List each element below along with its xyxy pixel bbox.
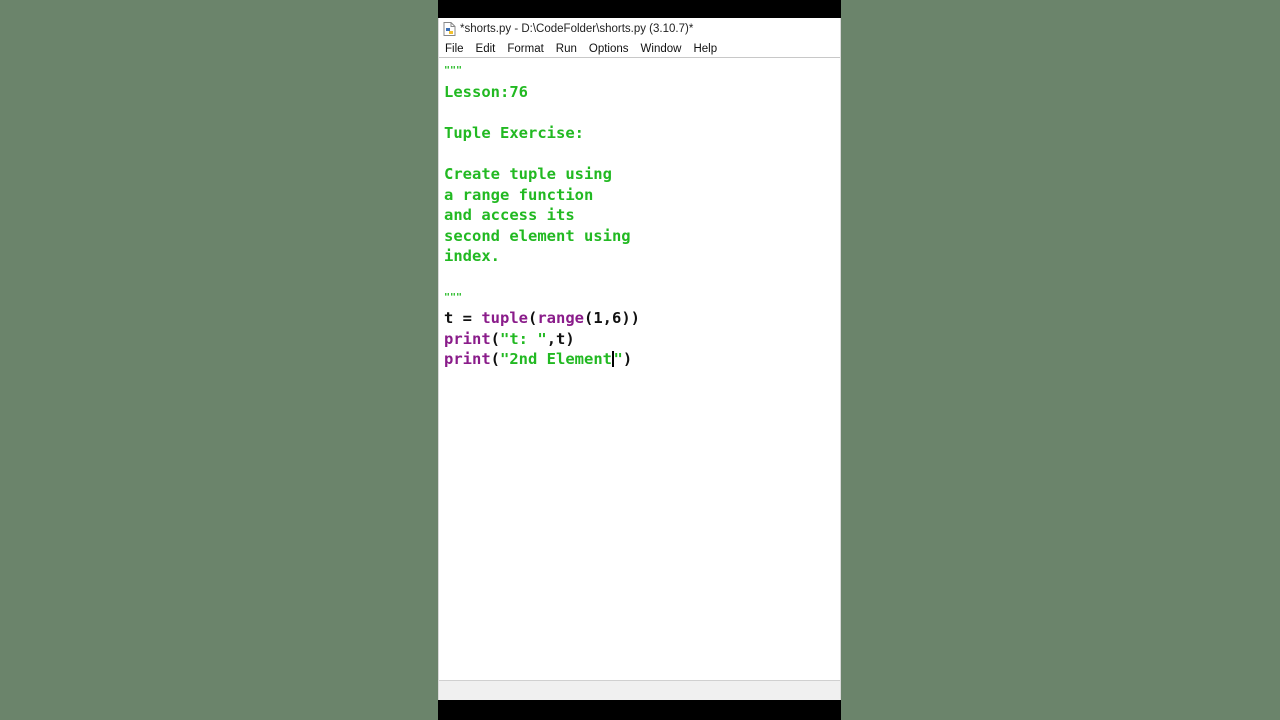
code-line: a range function: [444, 185, 594, 204]
code-token: tuple: [481, 309, 528, 328]
title-bar[interactable]: *shorts.py - D:\CodeFolder\shorts.py (3.…: [439, 18, 840, 40]
code-token: ,t): [546, 329, 575, 348]
code-line: print("2nd Element"): [444, 349, 840, 370]
menu-edit[interactable]: Edit: [476, 43, 496, 55]
video-frame: *shorts.py - D:\CodeFolder\shorts.py (3.…: [438, 0, 841, 720]
code-token: ": [613, 350, 623, 369]
code-line: Create tuple using: [444, 164, 612, 183]
code-line: index.: [444, 247, 500, 266]
code-token: t =: [444, 309, 482, 328]
menu-format[interactable]: Format: [507, 43, 543, 55]
code-token: "t: ": [500, 329, 547, 348]
code-token: range: [537, 309, 585, 328]
code-line: """: [444, 288, 840, 309]
python-file-icon: [443, 22, 456, 36]
code-editor[interactable]: """ Lesson:76 Tuple Exercise: Create tup…: [439, 59, 840, 679]
code-line: and access its: [444, 206, 575, 225]
menu-window[interactable]: Window: [641, 43, 682, 55]
code-line: second element using: [444, 226, 631, 245]
code-token: (: [490, 350, 501, 369]
window-title: *shorts.py - D:\CodeFolder\shorts.py (3.…: [460, 23, 694, 35]
docstring-close: """: [444, 291, 463, 303]
menu-bar: File Edit Format Run Options Window Help: [439, 40, 840, 58]
status-bar: [439, 680, 840, 700]
code-token: (1,6)): [584, 309, 641, 328]
code-token: (: [528, 309, 538, 328]
code-token: ): [622, 350, 633, 369]
code-line: Tuple Exercise:: [444, 123, 584, 142]
menu-help[interactable]: Help: [693, 43, 717, 55]
code-token: print: [444, 350, 491, 369]
code-line: Lesson:76: [444, 82, 528, 101]
menu-run[interactable]: Run: [556, 43, 577, 55]
code-token: "2nd Element: [500, 350, 612, 369]
menu-file[interactable]: File: [445, 43, 464, 55]
menu-options[interactable]: Options: [589, 43, 629, 55]
code-line: print("t: ",t): [444, 329, 840, 350]
docstring-open: """: [444, 65, 463, 76]
code-token: print: [444, 329, 491, 348]
code-token: (: [490, 329, 501, 348]
idle-editor-window: *shorts.py - D:\CodeFolder\shorts.py (3.…: [438, 18, 841, 700]
code-line: """: [444, 61, 840, 82]
code-line: t = tuple(range(1,6)): [444, 308, 840, 329]
